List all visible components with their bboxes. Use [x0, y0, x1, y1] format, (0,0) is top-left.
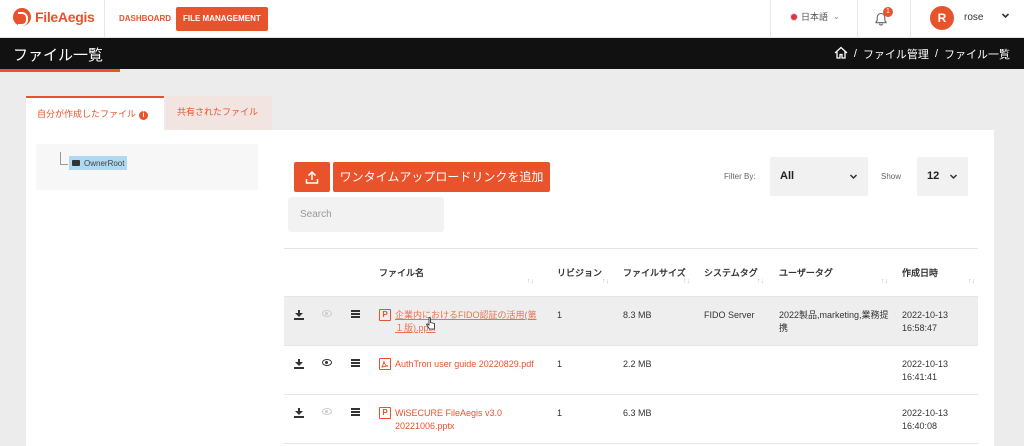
nav-dashboard[interactable]: DASHBOARD — [112, 7, 178, 31]
download-icon[interactable] — [294, 408, 304, 418]
filter-select[interactable]: All — [770, 157, 868, 196]
col-header-filename[interactable]: ファイル名 ↑↓ — [379, 249, 537, 298]
pptx-file-icon: P — [379, 407, 391, 419]
revision-cell: 1 — [557, 408, 563, 418]
language-label: 日本語 — [801, 12, 829, 22]
filter-label: Filter By: — [724, 172, 756, 181]
revision-cell: 1 — [557, 359, 563, 369]
upload-button[interactable] — [294, 162, 330, 192]
menu-icon[interactable] — [351, 359, 360, 367]
chevron-down-icon — [949, 157, 958, 213]
col-header-created[interactable]: 作成日時 ↑↓ — [902, 249, 978, 298]
app-name: FileAegis — [35, 9, 95, 25]
hand-cursor-icon — [426, 317, 436, 331]
breadcrumb-file-list: ファイル一覧 — [944, 49, 1010, 61]
tab-label: 自分が作成したファイル — [37, 109, 137, 119]
page-size-value: 12 — [927, 170, 940, 182]
menu-icon[interactable] — [351, 310, 360, 318]
page-title: ファイル一覧 — [13, 47, 104, 64]
notifications-button[interactable]: 1 — [874, 7, 893, 26]
sort-icon: ↑↓ — [757, 278, 764, 285]
col-header-filesize[interactable]: ファイルサイズ ↑↓ — [623, 249, 693, 298]
folder-tree: OwnerRoot — [36, 144, 258, 190]
page-header: ファイル一覧 / ファイル管理 / ファイル一覧 — [0, 38, 1024, 69]
sort-icon: ↑↓ — [881, 278, 888, 285]
breadcrumb: / ファイル管理 / ファイル一覧 — [834, 46, 1010, 62]
download-icon[interactable] — [294, 359, 304, 369]
col-header-system-tag[interactable]: システムタグ ↑↓ — [704, 249, 767, 298]
sort-icon: ↑↓ — [683, 278, 690, 285]
home-icon[interactable] — [834, 46, 848, 62]
revision-cell: 1 — [557, 310, 563, 320]
top-navbar: FileAegis DASHBOARD FILE MANAGEMENT 日本語 … — [0, 0, 1024, 38]
file-name-link[interactable]: AuthTron user guide 20220829.pdf — [395, 358, 545, 371]
breadcrumb-file-management[interactable]: ファイル管理 — [863, 46, 929, 62]
tree-node-owner-root[interactable]: OwnerRoot — [69, 156, 128, 170]
sort-icon: ↑↓ — [968, 278, 975, 285]
user-tag-cell: 2022製品,marketing,業務提携 — [779, 310, 889, 333]
sort-icon: ↑↓ — [602, 278, 609, 285]
menu-icon[interactable] — [351, 408, 360, 416]
breadcrumb-separator: / — [853, 48, 857, 60]
chevron-down-icon — [849, 157, 858, 213]
upload-icon — [305, 170, 319, 184]
tab-shared-files[interactable]: 共有されたファイル — [166, 96, 272, 131]
file-name-link[interactable]: 企業内におけるFIDO認証の活用(第１版).pptx — [395, 309, 545, 335]
info-icon: i — [139, 111, 149, 120]
table-row: P WiSECURE FileAegis v3.0 20221006.pptx … — [284, 395, 978, 444]
table-row: P 企業内におけるFIDO認証の活用(第１版).pptx 1 8.3 MB FI… — [284, 297, 978, 346]
language-selector[interactable]: 日本語 ⌄ — [791, 10, 840, 23]
col-header-revision[interactable]: リビジョン ↑↓ — [557, 249, 612, 298]
size-cell: 2.2 MB — [623, 359, 652, 369]
table-row: AuthTron user guide 20220829.pdf 1 2.2 M… — [284, 346, 978, 395]
preview-icon[interactable] — [322, 359, 332, 366]
notification-badge: 1 — [883, 7, 893, 17]
download-icon[interactable] — [294, 310, 304, 320]
search-input[interactable] — [288, 197, 444, 232]
user-avatar[interactable]: R — [930, 6, 954, 30]
pptx-file-icon: P — [379, 309, 391, 321]
pdf-file-icon — [379, 358, 391, 370]
tab-label: 共有されたファイル — [177, 107, 259, 117]
table-header-row: ファイル名 ↑↓ リビジョン ↑↓ ファイルサイズ ↑↓ システムタグ ↑↓ ユーザータ… — [284, 248, 978, 297]
page-size-select[interactable]: 12 — [917, 157, 968, 196]
preview-icon — [322, 310, 332, 317]
logo-mark-icon — [13, 8, 31, 26]
preview-icon — [322, 408, 332, 415]
tree-connector — [60, 152, 68, 165]
created-cell: 2022-10-13 16:58:47 — [902, 310, 949, 333]
user-name[interactable]: rose — [964, 12, 983, 23]
japan-flag-icon — [791, 13, 797, 20]
app-logo[interactable]: FileAegis — [13, 8, 95, 26]
size-cell: 6.3 MB — [623, 408, 652, 418]
system-tag-cell: FIDO Server — [704, 310, 755, 320]
file-name-link[interactable]: WiSECURE FileAegis v3.0 20221006.pptx — [395, 407, 525, 433]
chevron-down-icon: ⌄ — [833, 12, 840, 21]
nav-file-management[interactable]: FILE MANAGEMENT — [176, 7, 268, 31]
show-label: Show — [881, 172, 902, 181]
sort-icon: ↑↓ — [527, 278, 534, 285]
add-onetime-upload-link-button[interactable]: ワンタイムアップロードリンクを追加 — [333, 162, 550, 192]
created-cell: 2022-10-13 16:40:08 — [902, 408, 949, 431]
file-table: ファイル名 ↑↓ リビジョン ↑↓ ファイルサイズ ↑↓ システムタグ ↑↓ ユーザータ… — [284, 248, 978, 444]
col-header-user-tag[interactable]: ユーザータグ ↑↓ — [779, 249, 891, 298]
folder-icon — [72, 160, 80, 166]
tree-node-label: OwnerRoot — [84, 158, 125, 168]
user-menu-chevron-icon[interactable] — [1001, 11, 1010, 22]
filter-value: All — [780, 170, 795, 182]
tab-my-files[interactable]: 自分が作成したファイル i — [26, 96, 164, 131]
breadcrumb-separator: / — [934, 48, 938, 60]
created-cell: 2022-10-13 16:41:41 — [902, 359, 949, 382]
size-cell: 8.3 MB — [623, 310, 652, 320]
title-accent-bar — [0, 69, 120, 72]
